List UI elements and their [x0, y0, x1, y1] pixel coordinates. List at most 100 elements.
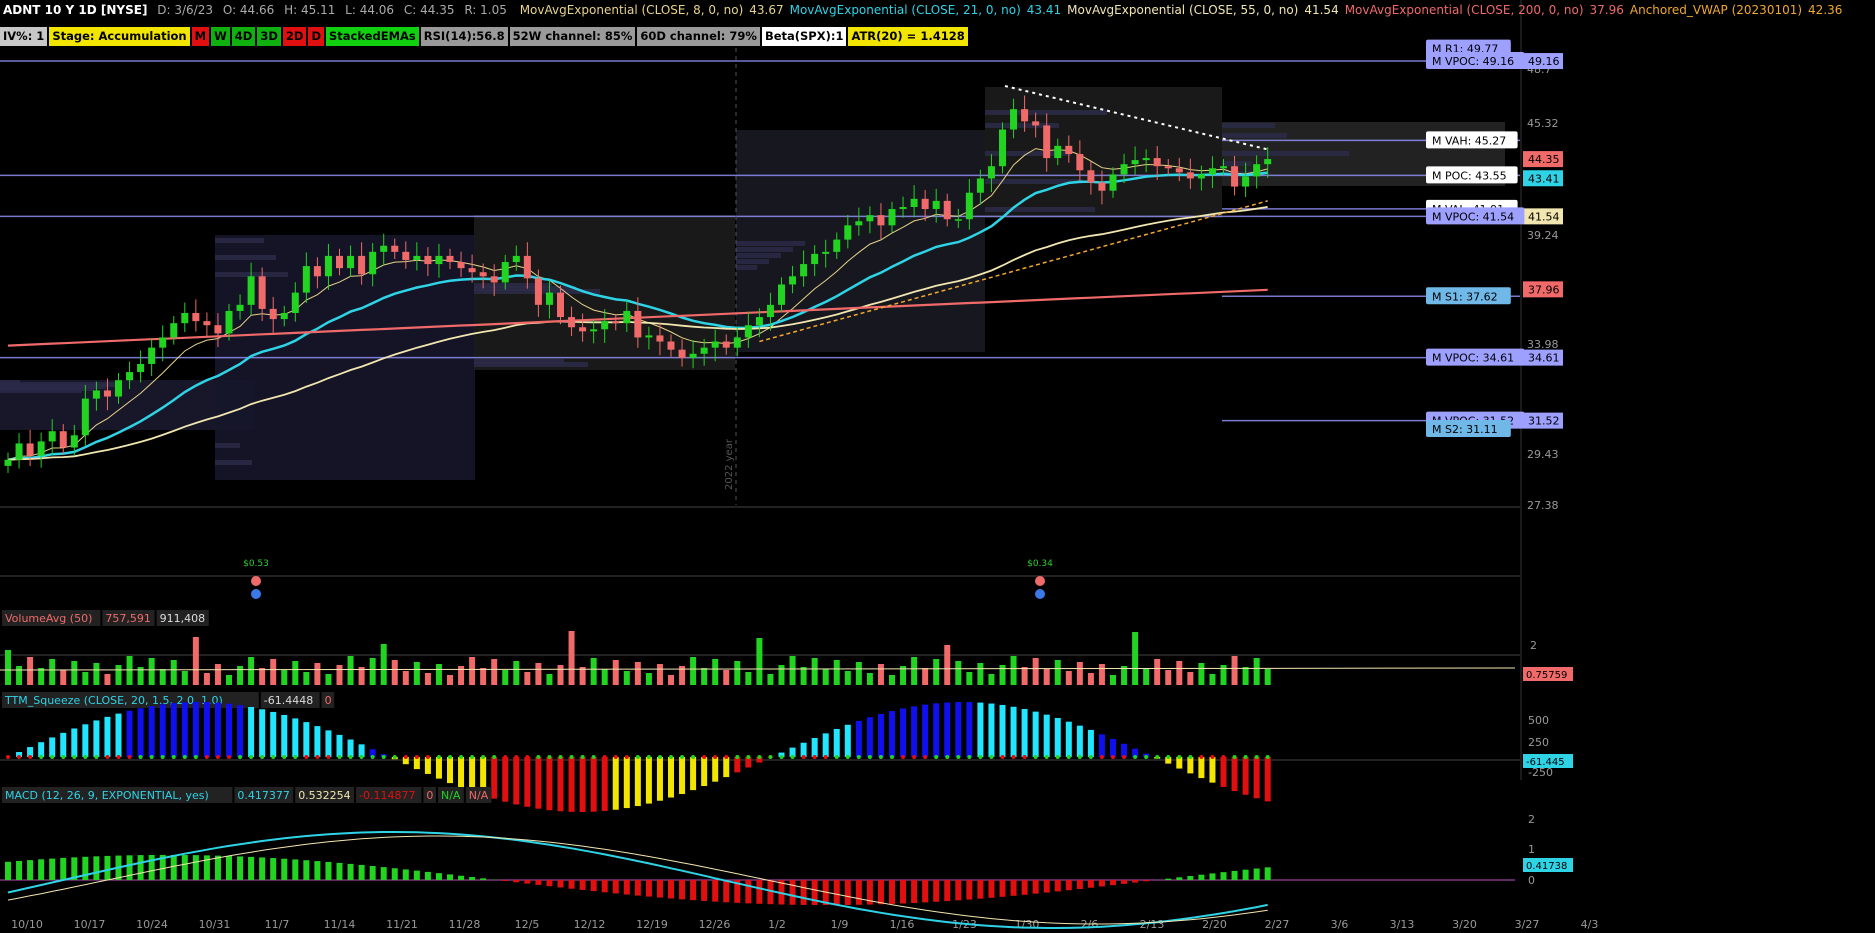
- squeeze-bar: [347, 739, 354, 757]
- volume-bar: [844, 671, 851, 685]
- squeeze-dot: [724, 755, 729, 759]
- squeeze-dot: [459, 755, 464, 759]
- x-axis-tick: 2/27: [1265, 918, 1290, 931]
- macd-hist-bar: [292, 859, 299, 880]
- status-badge-2: M: [191, 27, 210, 46]
- squeeze-bar: [833, 728, 840, 757]
- study-label-4[interactable]: Anchored_VWAP (20230101): [1627, 0, 1805, 20]
- candle-body: [48, 431, 56, 442]
- volume-bar: [38, 668, 45, 685]
- squeeze-dot: [227, 755, 231, 759]
- candle-body: [899, 206, 907, 210]
- candle-body: [81, 398, 89, 436]
- candle-body: [446, 255, 454, 263]
- squeeze-bar: [424, 757, 431, 774]
- squeeze-bar: [181, 702, 188, 757]
- squeeze-bar: [60, 732, 67, 757]
- price-badge-text: 31.52: [1528, 415, 1560, 428]
- macd-hist-bar: [1043, 880, 1050, 893]
- squeeze-dot: [890, 755, 894, 759]
- volume-bar: [281, 670, 288, 685]
- squeeze-dot: [1221, 755, 1226, 759]
- candle-body: [1220, 166, 1227, 169]
- volume-bar: [612, 660, 619, 685]
- candle-body: [103, 390, 111, 397]
- volume-bar: [1021, 667, 1028, 685]
- candle-body: [689, 353, 697, 358]
- macd-hist-bar: [248, 856, 255, 880]
- squeeze-bar: [800, 742, 807, 757]
- macd-hist-bar: [1098, 880, 1105, 887]
- squeeze-bar: [502, 757, 509, 802]
- candle-body: [181, 312, 189, 324]
- volume-bar: [745, 672, 752, 685]
- candle-body: [1087, 170, 1095, 183]
- study-label-0[interactable]: MovAvgExponential (CLOSE, 8, 0, no): [517, 0, 747, 20]
- squeeze-bar: [723, 757, 730, 778]
- squeeze-dot: [1243, 755, 1248, 759]
- study-label-3[interactable]: MovAvgExponential (CLOSE, 200, 0, no): [1342, 0, 1587, 20]
- x-axis-tick: 2/20: [1202, 918, 1227, 931]
- squeeze-bar: [1076, 725, 1083, 757]
- squeeze-dot: [1022, 755, 1027, 759]
- squeeze-dot: [83, 755, 88, 759]
- candle-body: [137, 363, 145, 373]
- volume-bar: [855, 662, 862, 685]
- macd-hist-bar: [922, 880, 929, 903]
- volume-profile-bar: [736, 247, 793, 252]
- volume-profile-bar: [736, 253, 781, 258]
- volume-bar: [93, 663, 100, 685]
- macd-hist-bar: [148, 854, 155, 880]
- candle-body: [313, 266, 321, 277]
- candle-body: [921, 198, 929, 210]
- macd-hist-bar: [723, 880, 730, 903]
- volume-bar: [347, 656, 354, 685]
- candle-body: [766, 304, 774, 318]
- squeeze-dot: [923, 755, 928, 759]
- status-badge-4: 4D: [231, 27, 256, 46]
- level-label-text: M VPOC: 41.54: [1432, 210, 1514, 223]
- candle-body: [1164, 166, 1172, 169]
- volume-bar: [944, 645, 951, 685]
- candle-body: [778, 284, 785, 305]
- study-label-2[interactable]: MovAvgExponential (CLOSE, 55, 0, no): [1064, 0, 1301, 20]
- squeeze-dot: [182, 755, 187, 759]
- study-value-1: 43.41: [1026, 3, 1062, 17]
- volume-bar: [49, 659, 56, 685]
- candle-body: [170, 323, 178, 338]
- volume-bar: [822, 669, 829, 685]
- squeeze-dot: [1254, 755, 1259, 759]
- candle-body: [877, 215, 885, 226]
- volume-profile-bar: [215, 443, 240, 448]
- candle-body: [1021, 109, 1029, 122]
- volume-bar: [1154, 659, 1161, 685]
- macd-badge: 0.41738: [1526, 861, 1567, 872]
- volume-bar: [1132, 632, 1139, 685]
- volume-bar: [237, 666, 244, 685]
- squeeze-dot: [790, 755, 795, 759]
- candle-body: [1242, 176, 1250, 187]
- squeeze-bar: [314, 726, 321, 757]
- candle-body: [92, 390, 100, 399]
- chart-header: ADNT 10 Y 1D [NYSE] D: 3/6/23 O: 44.66 H…: [0, 0, 1875, 20]
- squeeze-dot: [1011, 755, 1016, 759]
- volume-bar: [458, 666, 465, 685]
- price-tick: 27.38: [1527, 499, 1559, 512]
- squeeze-dot: [414, 755, 419, 759]
- volume-badge: 0.75759: [1526, 670, 1567, 681]
- volume-bar: [502, 670, 509, 685]
- squeeze-dot: [481, 755, 486, 759]
- study-label-1[interactable]: MovAvgExponential (CLOSE, 21, 0, no): [787, 0, 1024, 20]
- squeeze-dot: [1177, 755, 1182, 759]
- macd-hist-bar: [16, 860, 23, 880]
- squeeze-dot: [436, 755, 441, 759]
- candle-body: [568, 317, 576, 328]
- squeeze-dot: [171, 755, 176, 759]
- symbol-label[interactable]: ADNT 10 Y 1D [NYSE]: [0, 0, 150, 20]
- squeeze-bar: [126, 710, 133, 757]
- candle-body: [126, 372, 134, 381]
- squeeze-dot: [315, 755, 320, 759]
- squeeze-bar: [281, 715, 288, 757]
- volume-tick: 2: [1530, 639, 1537, 652]
- squeeze-dot: [72, 755, 77, 759]
